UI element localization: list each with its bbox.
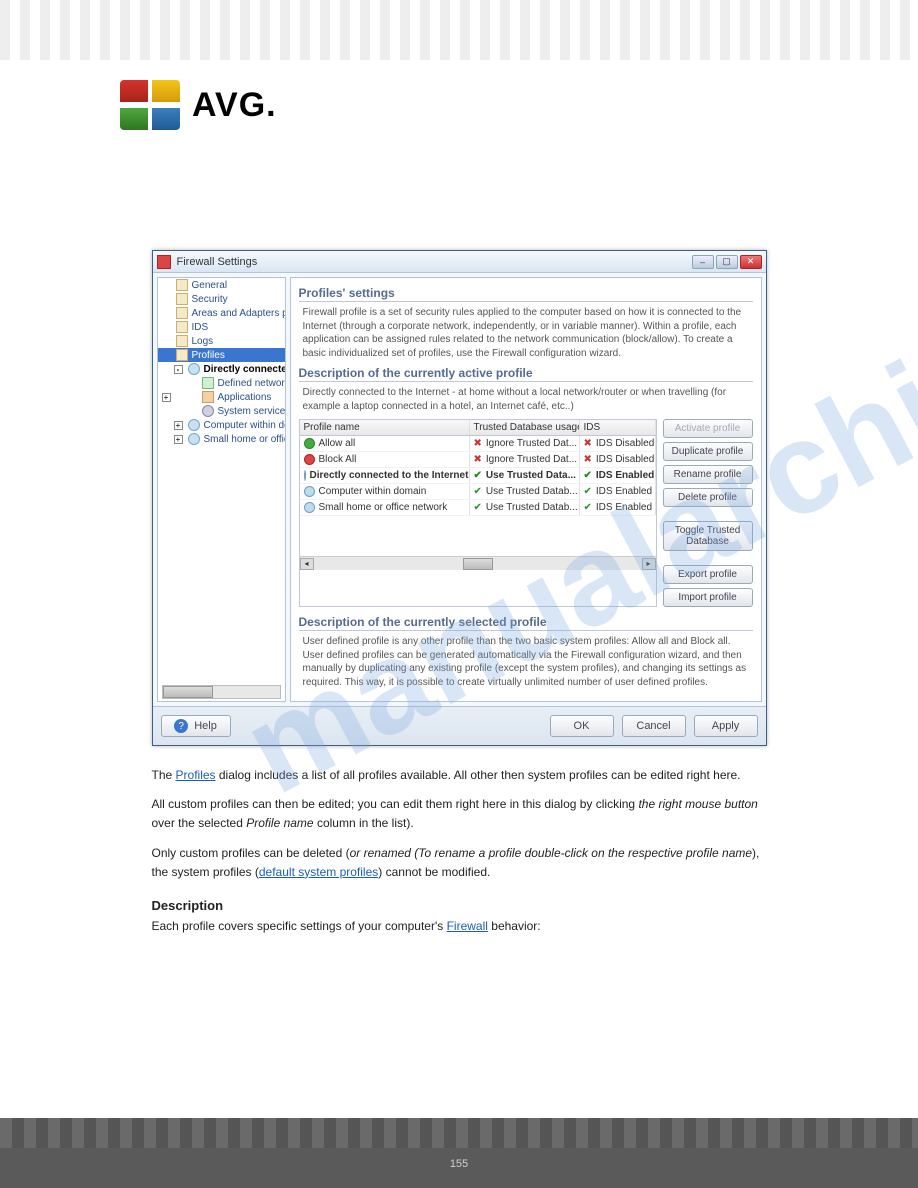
- rename-profile-button[interactable]: Rename profile: [663, 465, 753, 484]
- table-scrollbar[interactable]: ◂ ▸: [300, 556, 656, 570]
- col-ids[interactable]: IDS: [580, 420, 656, 435]
- ok-button[interactable]: OK: [550, 715, 614, 737]
- tree-small-home-office[interactable]: +Small home or office network: [158, 432, 285, 446]
- tree-ids[interactable]: IDS: [158, 320, 285, 334]
- expand-icon[interactable]: +: [174, 421, 183, 430]
- tree-logs[interactable]: Logs: [158, 334, 285, 348]
- user-icon: [304, 502, 315, 513]
- profile-action-buttons: Activate profile Duplicate profile Renam…: [663, 419, 753, 607]
- firewall-link[interactable]: Firewall: [447, 919, 488, 933]
- selected-profile-description: User defined profile is any other profil…: [299, 635, 753, 689]
- gear-icon: [202, 405, 214, 417]
- app-icon: [202, 391, 214, 403]
- apply-button[interactable]: Apply: [694, 715, 758, 737]
- delete-profile-button[interactable]: Delete profile: [663, 488, 753, 507]
- settings-tree[interactable]: General Security Areas and Adapters prof…: [157, 277, 286, 702]
- network-icon: [202, 377, 214, 389]
- table-row[interactable]: Computer within domain ✔Use Trusted Data…: [300, 484, 656, 500]
- tree-defined-networks[interactable]: Defined networks: [158, 376, 285, 390]
- doc-icon: [176, 307, 188, 319]
- export-profile-button[interactable]: Export profile: [663, 565, 753, 584]
- x-icon: ✖: [474, 438, 482, 449]
- person-icon: [188, 433, 200, 445]
- x-icon: ✖: [584, 438, 592, 449]
- description-heading: Description: [152, 896, 767, 917]
- user-icon: [304, 486, 315, 497]
- firewall-icon: [157, 255, 171, 269]
- dialog-titlebar[interactable]: Firewall Settings – ▢ ✕: [153, 251, 766, 273]
- table-header: Profile name Trusted Database usage IDS: [300, 420, 656, 436]
- table-row[interactable]: Block All ✖Ignore Trusted Dat... ✖IDS Di…: [300, 452, 656, 468]
- maximize-button[interactable]: ▢: [716, 255, 738, 269]
- doc-icon: [176, 293, 188, 305]
- profiles-heading: Profiles' settings: [299, 286, 753, 302]
- dialog-title: Firewall Settings: [177, 256, 258, 268]
- toggle-trusted-db-button[interactable]: Toggle Trusted Database: [663, 521, 753, 551]
- page-header-pattern: [0, 0, 918, 60]
- user-icon: [304, 470, 306, 481]
- x-icon: ✖: [474, 454, 482, 465]
- logo-row: AVG: [0, 60, 918, 140]
- dialog-footer: ? Help OK Cancel Apply: [153, 706, 766, 745]
- page-number: 155: [0, 1158, 918, 1170]
- page-footer-pattern: [0, 1118, 918, 1188]
- tree-areas-adapters[interactable]: Areas and Adapters profiles: [158, 306, 285, 320]
- profiles-link[interactable]: Profiles: [176, 768, 216, 782]
- x-icon: ✖: [584, 454, 592, 465]
- scrollbar-thumb[interactable]: [463, 558, 493, 570]
- firewall-settings-dialog: Firewall Settings – ▢ ✕ General Security…: [152, 250, 767, 746]
- check-icon: ✔: [474, 486, 482, 497]
- check-icon: ✔: [584, 486, 592, 497]
- close-button[interactable]: ✕: [740, 255, 762, 269]
- main-panel: Profiles' settings Firewall profile is a…: [290, 277, 762, 702]
- check-icon: ✔: [474, 470, 482, 481]
- avg-logo-icon: [120, 80, 180, 130]
- block-icon: [304, 454, 315, 465]
- avg-logo-text: AVG: [192, 86, 277, 125]
- check-icon: ✔: [584, 470, 592, 481]
- tree-system-services[interactable]: System services: [158, 404, 285, 418]
- table-row[interactable]: Allow all ✖Ignore Trusted Dat... ✖IDS Di…: [300, 436, 656, 452]
- check-icon: ✔: [584, 502, 592, 513]
- tree-general[interactable]: General: [158, 278, 285, 292]
- scroll-right-icon[interactable]: ▸: [642, 558, 656, 570]
- allow-icon: [304, 438, 315, 449]
- person-icon: [188, 419, 200, 431]
- col-profile-name[interactable]: Profile name: [300, 420, 470, 435]
- duplicate-profile-button[interactable]: Duplicate profile: [663, 442, 753, 461]
- help-button[interactable]: ? Help: [161, 715, 231, 737]
- check-icon: ✔: [474, 502, 482, 513]
- table-row[interactable]: Directly connected to the Internet ✔Use …: [300, 468, 656, 484]
- profiles-description: Firewall profile is a set of security ru…: [299, 306, 753, 360]
- col-trusted-db[interactable]: Trusted Database usage: [470, 420, 580, 435]
- doc-icon: [176, 279, 188, 291]
- collapse-icon[interactable]: -: [174, 365, 183, 374]
- system-profiles-link[interactable]: default system profiles: [259, 865, 378, 879]
- tree-profiles[interactable]: Profiles: [158, 348, 285, 362]
- scrollbar-thumb[interactable]: [163, 686, 213, 698]
- selected-profile-heading: Description of the currently selected pr…: [299, 615, 753, 631]
- activate-profile-button[interactable]: Activate profile: [663, 419, 753, 438]
- active-profile-heading: Description of the currently active prof…: [299, 366, 753, 382]
- cancel-button[interactable]: Cancel: [622, 715, 686, 737]
- doc-icon: [176, 335, 188, 347]
- person-icon: [188, 363, 200, 375]
- expand-icon[interactable]: +: [174, 435, 183, 444]
- doc-icon: [176, 349, 188, 361]
- tree-applications[interactable]: +Applications: [158, 390, 285, 404]
- tree-scrollbar[interactable]: [162, 685, 281, 699]
- page-body-text: The Profiles dialog includes a list of a…: [152, 766, 767, 936]
- minimize-button[interactable]: –: [692, 255, 714, 269]
- profiles-table[interactable]: Profile name Trusted Database usage IDS …: [299, 419, 657, 607]
- question-icon: ?: [174, 719, 188, 733]
- tree-security[interactable]: Security: [158, 292, 285, 306]
- scroll-left-icon[interactable]: ◂: [300, 558, 314, 570]
- active-profile-description: Directly connected to the Internet - at …: [299, 386, 753, 413]
- table-row[interactable]: Small home or office network ✔Use Truste…: [300, 500, 656, 516]
- expand-icon[interactable]: +: [162, 393, 171, 402]
- doc-icon: [176, 321, 188, 333]
- import-profile-button[interactable]: Import profile: [663, 588, 753, 607]
- tree-directly-connected[interactable]: -Directly connected to the: [158, 362, 285, 376]
- tree-computer-domain[interactable]: +Computer within domain: [158, 418, 285, 432]
